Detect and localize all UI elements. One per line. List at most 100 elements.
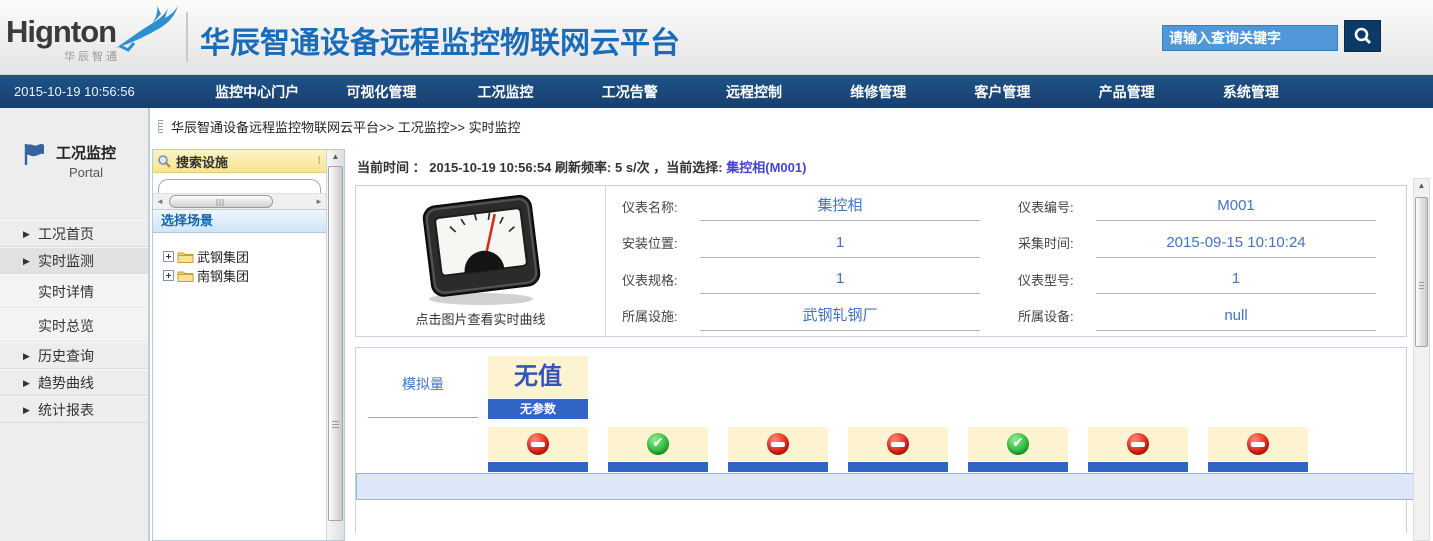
vscroll-thumb[interactable]: [1415, 197, 1428, 347]
sidebar-item-label: 实时详情: [38, 284, 94, 300]
nav-item-visual-mgmt[interactable]: 可视化管理: [319, 82, 443, 102]
status-card[interactable]: [728, 427, 828, 472]
facility-search-header[interactable]: 搜索设施 ⁞: [153, 150, 326, 173]
chevron-right-icon: ▶: [23, 405, 30, 415]
nav-item-product-mgmt[interactable]: 产品管理: [1065, 82, 1189, 102]
scroll-right-arrow-icon[interactable]: ►: [314, 197, 324, 206]
analog-meter-image[interactable]: [406, 194, 556, 307]
selection-label: ，当前选择:: [653, 160, 723, 175]
sidebar-item-label: 工况首页: [38, 226, 94, 242]
sidebar-item-history-query[interactable]: ▶ 历史查询: [0, 342, 148, 369]
sidebar-item-stats-report[interactable]: ▶ 统计报表: [0, 396, 148, 423]
selection-value: 集控相(M001): [726, 160, 807, 175]
chevron-right-icon: ▶: [23, 229, 30, 239]
nav-item-maintenance-mgmt[interactable]: 维修管理: [816, 82, 940, 102]
sidebar-item-trend-curve[interactable]: ▶ 趋势曲线: [0, 369, 148, 396]
panel-dots-icon: ⁞: [317, 155, 322, 167]
hscroll-thumb[interactable]: [169, 195, 274, 208]
page-title: 华辰智通设备远程监控物联网云平台: [200, 27, 680, 60]
field-value: 1: [700, 264, 980, 295]
status-card-bar: [488, 462, 588, 472]
nav-items: 监控中心门户 可视化管理 工况监控 工况告警 远程控制 维修管理 客户管理 产品…: [195, 82, 1433, 102]
status-card[interactable]: [848, 427, 948, 472]
vscroll-thumb[interactable]: [328, 166, 343, 521]
portal-header: 工况监控 Portal: [0, 108, 148, 180]
status-icon: [1247, 433, 1269, 455]
sidebar-item-label: 实时监测: [38, 253, 94, 269]
nav-item-monitoring-center[interactable]: 监控中心门户: [195, 82, 319, 102]
status-card[interactable]: [1088, 427, 1188, 472]
collapsed-search-field[interactable]: [158, 179, 321, 193]
sidebar-item-home[interactable]: ▶ 工况首页: [0, 220, 148, 247]
tree-node-nangang[interactable]: 南钢集团: [163, 266, 322, 285]
nav-item-remote-control[interactable]: 远程控制: [692, 82, 816, 102]
horizontal-scrollbar[interactable]: ◄ ►: [153, 193, 326, 210]
main-panel: 当前时间 ： 2015-10-19 10:56:54 刷新频率: 5 s/次 ，…: [345, 144, 1433, 541]
search-button[interactable]: [1344, 20, 1381, 52]
deer-logo-icon: [116, 5, 178, 52]
current-time-label: 当前时间 ：: [357, 160, 426, 175]
status-card[interactable]: [1208, 427, 1308, 472]
nav-item-condition-alarm[interactable]: 工况告警: [568, 82, 692, 102]
field-label: 所属设备:: [1018, 309, 1074, 325]
sidebar-item-realtime-monitor[interactable]: ▶ 实时监测: [0, 247, 148, 274]
status-card[interactable]: [968, 427, 1068, 472]
field-label: 采集时间:: [1018, 236, 1074, 252]
facility-vertical-scrollbar[interactable]: ▲: [327, 150, 344, 540]
status-row: [488, 427, 1406, 472]
scroll-up-arrow-icon[interactable]: ▲: [327, 152, 344, 161]
search-input[interactable]: [1162, 24, 1338, 51]
expand-plus-icon[interactable]: [163, 270, 174, 281]
sidebar-item-label: 实时总览: [38, 318, 94, 334]
no-value-card[interactable]: 无值 无参数: [488, 356, 588, 419]
status-icon: [887, 433, 909, 455]
status-card[interactable]: [608, 427, 708, 472]
folder-icon: [177, 252, 194, 263]
facility-tree: 武钢集团 南钢集团: [153, 233, 326, 540]
nav-item-customer-mgmt[interactable]: 客户管理: [940, 82, 1064, 102]
status-icon: [1007, 433, 1029, 455]
field-value: 1: [700, 228, 980, 258]
status-card-bar: [1088, 462, 1188, 472]
breadcrumb-text: 华辰智通设备远程监控物联网云平台>> 工况监控>> 实时监控: [171, 119, 521, 135]
status-card-bar: [968, 462, 1068, 472]
field-label: 仪表名称:: [622, 199, 678, 215]
nav-item-condition-monitor[interactable]: 工况监控: [443, 82, 567, 102]
status-icon: [767, 433, 789, 455]
scene-select-header: 选择场景: [153, 210, 326, 233]
info-line: 当前时间 ： 2015-10-19 10:56:54 刷新频率: 5 s/次 ，…: [355, 149, 1407, 185]
no-value-text: 无值: [488, 356, 588, 398]
nav-item-system-mgmt[interactable]: 系统管理: [1189, 82, 1313, 102]
sidebar-menu: ▶ 工况首页 ▶ 实时监测 实时详情 实时总览 ▶ 历史查询 ▶ 趋势曲线 ▶ …: [0, 220, 148, 423]
sidebar-item-label: 趋势曲线: [38, 375, 94, 391]
meter-fields: 仪表名称: 集控相 仪表编号: M001 安装位置: 1 采集时间: 2015-…: [606, 186, 1406, 336]
sidebar: 工况监控 Portal ▶ 工况首页 ▶ 实时监测 实时详情 实时总览 ▶ 历史…: [0, 108, 150, 541]
sidebar-item-realtime-detail[interactable]: 实时详情: [0, 274, 148, 308]
scroll-up-arrow-icon[interactable]: ▲: [1414, 181, 1429, 190]
sidebar-item-label: 历史查询: [38, 348, 94, 364]
search-icon: [158, 154, 171, 168]
field-value: 1: [1096, 264, 1376, 295]
status-icon: [647, 433, 669, 455]
facility-panel: 搜索设施 ⁞ ◄ ► 选择场景 武钢集团 南钢集团 ▲: [152, 149, 345, 541]
main-vertical-scrollbar[interactable]: ▲: [1413, 178, 1430, 541]
search-icon: [1354, 27, 1371, 45]
scroll-left-arrow-icon[interactable]: ◄: [155, 197, 165, 206]
folder-icon: [177, 271, 194, 282]
chevron-right-icon: ▶: [23, 378, 30, 388]
field-value: M001: [1096, 191, 1376, 222]
field-value: 2015-09-15 10:10:24: [1096, 228, 1376, 258]
expand-plus-icon[interactable]: [163, 251, 174, 262]
portal-subtitle: Portal: [69, 165, 103, 180]
status-card-bar: [608, 462, 708, 472]
field-label: 仪表型号:: [1018, 272, 1074, 288]
meter-caption: 点击图片查看实时曲线: [415, 311, 546, 327]
tree-node-label: 武钢集团: [197, 250, 250, 265]
sidebar-item-realtime-overview[interactable]: 实时总览: [0, 308, 148, 342]
field-label: 仪表编号:: [1018, 199, 1074, 215]
status-card-bar: [728, 462, 828, 472]
tree-node-wugang[interactable]: 武钢集团: [163, 247, 322, 266]
field-value: 集控相: [700, 191, 980, 222]
portal-title: 工况监控: [56, 145, 117, 162]
status-card[interactable]: [488, 427, 588, 472]
